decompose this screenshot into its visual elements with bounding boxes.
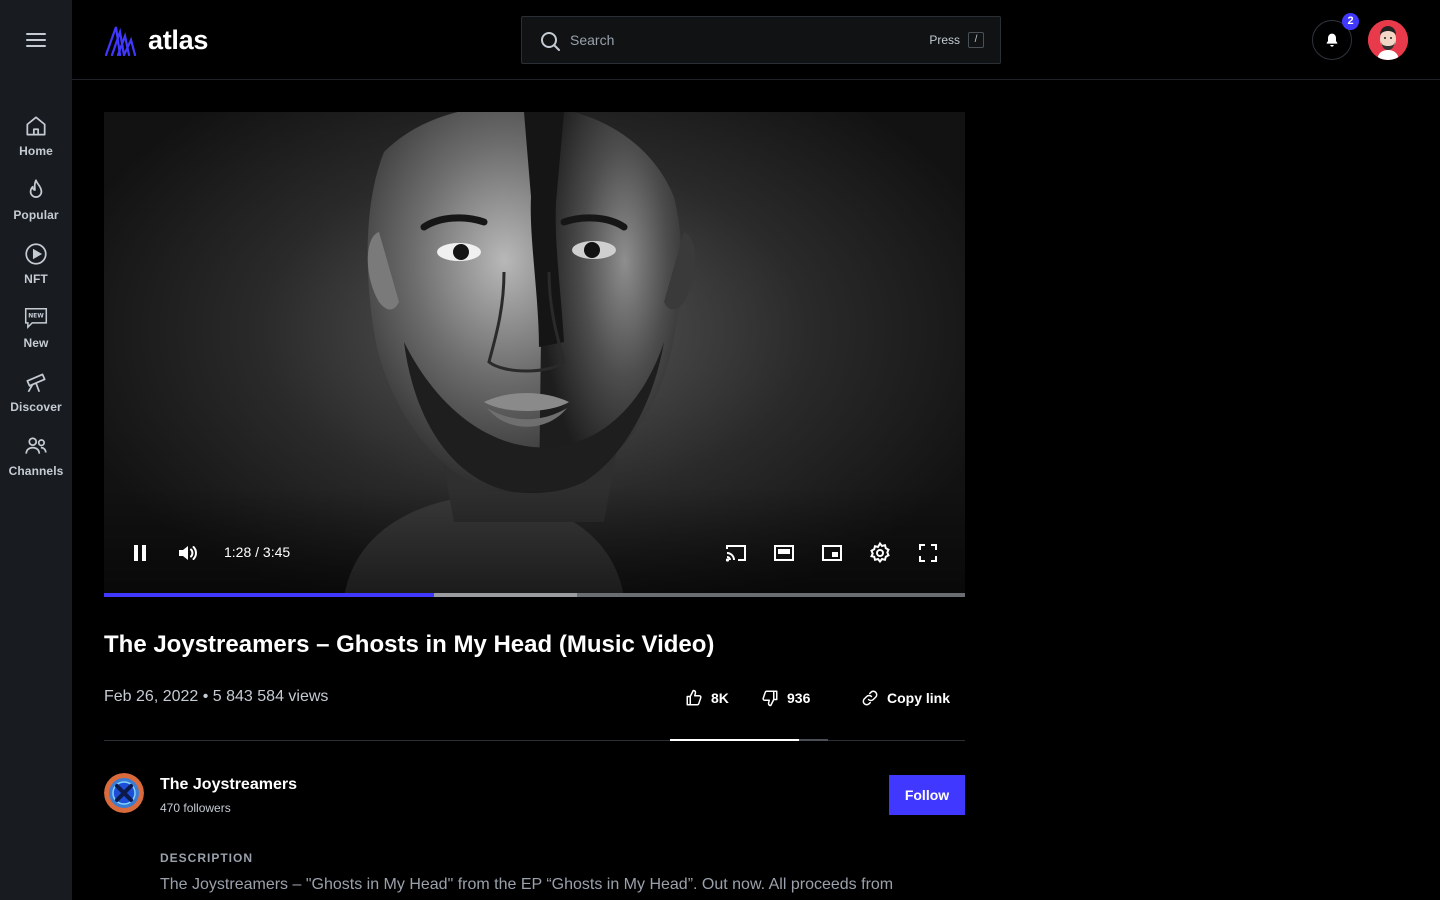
picture-in-picture-icon	[822, 545, 842, 561]
sidebar-item-nft[interactable]: NFT	[0, 241, 72, 297]
sidebar-item-label: NFT	[24, 272, 48, 286]
sidebar-item-label: Discover	[10, 400, 62, 414]
pause-icon	[134, 545, 146, 561]
video-meta: Feb 26, 2022 • 5 843 584 views	[104, 688, 329, 705]
progress-bar[interactable]	[104, 593, 965, 597]
app-logo[interactable]: atlas	[104, 22, 208, 58]
follow-button[interactable]: Follow	[889, 775, 965, 815]
progress-played	[104, 593, 435, 597]
shortcut-key: /	[968, 32, 984, 48]
channel-avatar[interactable]	[104, 773, 144, 813]
channel-follower-count: 470 followers	[160, 801, 231, 815]
sidebar-item-popular[interactable]: Popular	[0, 177, 72, 233]
thumbs-down-icon	[762, 690, 778, 707]
dislike-count: 936	[787, 690, 811, 706]
reaction-ratio-bar	[670, 739, 828, 741]
section-divider	[104, 740, 965, 741]
sidebar-item-home[interactable]: Home	[0, 113, 72, 169]
time-display: 1:28 / 3:45	[224, 544, 291, 560]
search-shortcut-hint: Press /	[929, 32, 984, 48]
theater-mode-icon	[774, 545, 794, 561]
play-circle-icon	[25, 243, 47, 265]
flame-icon	[29, 179, 43, 198]
channel-name[interactable]: The Joystreamers	[160, 776, 297, 794]
gear-icon	[870, 541, 890, 564]
home-icon	[26, 116, 46, 136]
fullscreen-button[interactable]	[916, 541, 940, 570]
search-placeholder: Search	[570, 32, 615, 48]
bell-icon	[1326, 33, 1338, 47]
user-avatar[interactable]	[1368, 20, 1408, 60]
settings-button[interactable]	[868, 541, 892, 570]
volume-icon	[179, 546, 197, 560]
atlas-logo-icon	[104, 26, 137, 56]
copy-link-button[interactable]: Copy link	[861, 686, 950, 710]
volume-button[interactable]	[176, 541, 200, 570]
thumbs-up-icon	[686, 689, 702, 706]
pause-button[interactable]	[128, 541, 152, 570]
search-icon	[541, 32, 560, 51]
top-bar: atlas Search Press / 2	[72, 0, 1440, 80]
sidebar-item-discover[interactable]: Discover	[0, 369, 72, 425]
theater-mode-button[interactable]	[772, 541, 796, 570]
copy-link-label: Copy link	[887, 690, 951, 706]
sidebar: Home Popular NFT NEW New Discover Channe…	[0, 0, 72, 900]
sidebar-item-label: Home	[19, 144, 53, 158]
sidebar-item-label: Channels	[8, 464, 64, 478]
like-count: 8K	[711, 690, 729, 706]
avatar-portrait	[1368, 20, 1408, 60]
sidebar-item-label: Popular	[13, 208, 59, 222]
sidebar-item-channels[interactable]: Channels	[0, 433, 72, 489]
sidebar-item-new[interactable]: NEW New	[0, 305, 72, 361]
video-title: The Joystreamers – Ghosts in My Head (Mu…	[104, 631, 715, 658]
people-icon	[25, 437, 47, 454]
new-badge-icon: NEW	[24, 308, 48, 330]
link-icon	[862, 690, 878, 706]
channel-logo-icon	[104, 773, 144, 813]
like-button[interactable]: 8K	[685, 686, 729, 710]
search-input[interactable]: Search Press /	[521, 16, 1001, 64]
reaction-ratio-fill	[670, 739, 799, 741]
telescope-icon	[26, 373, 46, 393]
fullscreen-icon	[919, 544, 937, 562]
hamburger-icon[interactable]	[24, 28, 48, 52]
cast-icon	[725, 545, 746, 562]
svg-text:NEW: NEW	[28, 312, 44, 319]
description-heading: DESCRIPTION	[160, 851, 254, 865]
app-name: atlas	[148, 24, 209, 55]
dislike-button[interactable]: 936	[761, 686, 810, 710]
notification-count-badge: 2	[1342, 13, 1359, 30]
video-player[interactable]: 1:28 / 3:45	[104, 112, 965, 597]
sidebar-item-label: New	[23, 336, 49, 350]
cast-button[interactable]	[724, 541, 748, 570]
shortcut-label: Press	[929, 33, 960, 47]
mini-player-button[interactable]	[820, 541, 844, 570]
description-text: The Joystreamers – "Ghosts in My Head" f…	[160, 876, 894, 893]
